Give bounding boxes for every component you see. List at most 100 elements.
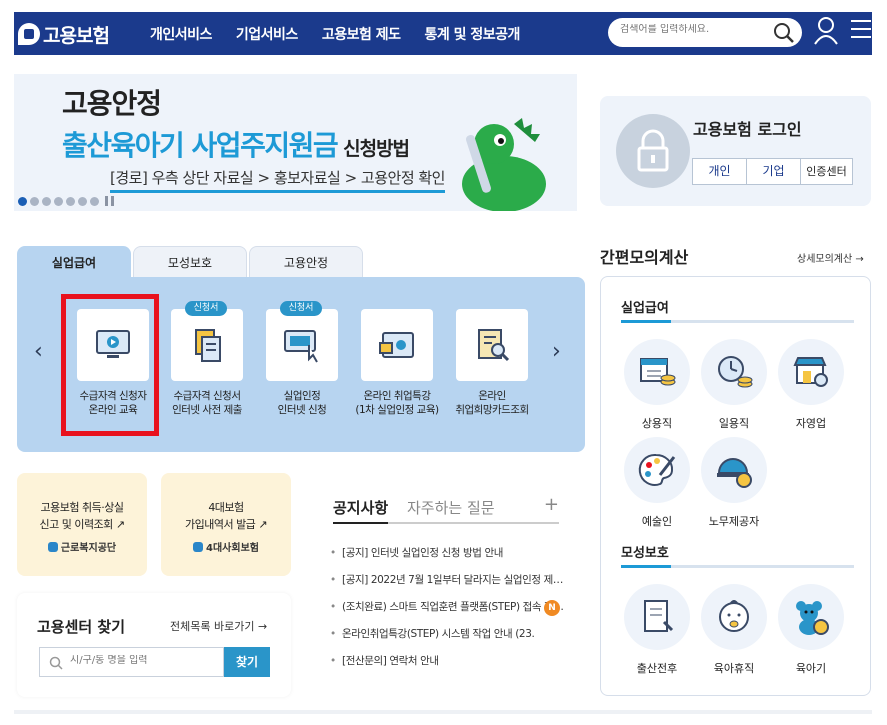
find-center-button[interactable]: 찾기 [224, 647, 270, 677]
calc-maternity-leave[interactable]: 출산전후 [624, 584, 690, 676]
section-divider [621, 565, 854, 568]
application-badge: 신청서 [185, 301, 227, 316]
calc-item-label: 출산전후 [636, 662, 678, 675]
find-center-box: 고용센터 찾기 전체목록 바로가기 → 찾기 [17, 593, 291, 697]
monitor-click-icon [284, 330, 318, 363]
header: 고용보험 개인서비스 기업서비스 고용보험 제도 통계 및 정보공개 [14, 12, 872, 55]
video-folder-icon [379, 332, 414, 358]
logo[interactable]: 고용보험 [18, 19, 110, 49]
chevron-right-icon[interactable]: › [552, 339, 561, 364]
notice-item[interactable]: (조치완료) 스마트 직업훈련 플랫폼(STEP) 접속 장애 안내 [328, 600, 564, 627]
menu-icon[interactable] [850, 18, 872, 40]
quick-card-text: 4대보험 가입내역서 발급 ↗ [184, 501, 268, 531]
pagination-dot[interactable] [54, 196, 63, 206]
calc-regular-worker[interactable]: 상용직 [624, 339, 690, 431]
service-application-submit[interactable]: 신청서 수급자격 신청서 인터넷 사전 제출 [171, 301, 243, 417]
section-divider [621, 320, 854, 323]
calc-childcare-period[interactable]: 육아기 [778, 584, 844, 676]
pagination-dot[interactable] [66, 196, 75, 206]
calc-daily-worker[interactable]: 일용직 [701, 339, 767, 431]
calc-labor-provider[interactable]: 노무제공자 [701, 437, 767, 529]
pause-icon-bar [111, 196, 114, 206]
pagination-dot[interactable] [18, 196, 27, 206]
org-logo: 4대사회보험 [161, 539, 291, 554]
helmet-clock-icon [717, 458, 752, 488]
find-center-list-link[interactable]: 전체목록 바로가기 → [170, 618, 267, 634]
pagination-dot[interactable] [78, 196, 87, 206]
notice-item[interactable]: [공지] 2022년 7월 1일부터 달라지는 실업인정 제도 안내 [328, 573, 564, 600]
login-personal-button[interactable]: 개인 [692, 158, 747, 185]
pagination-dot[interactable] [30, 196, 39, 206]
logo-icon [18, 23, 40, 45]
pagination-dot[interactable] [42, 196, 51, 206]
page: 고용보험 개인서비스 기업서비스 고용보험 제도 통계 및 정보공개 고용안정 … [0, 0, 887, 725]
notice-item[interactable]: 온라인취업특강(STEP) 시스템 작업 안내 (23. [328, 627, 564, 654]
external-link-icon: ↗ [258, 518, 268, 531]
tab-maternity[interactable]: 모성보호 [133, 246, 247, 278]
dinosaur-illustration [462, 118, 546, 211]
nav-item-insurance-system[interactable]: 고용보험 제도 [322, 24, 401, 44]
clock-coins-icon [718, 356, 753, 388]
login-box: 고용보험 로그인 개인 기업 인증센터 [600, 96, 871, 206]
calc-item-label: 상용직 [641, 417, 673, 430]
login-business-button[interactable]: 기업 [746, 158, 801, 185]
find-center-title: 고용센터 찾기 [37, 618, 126, 636]
search-bar [608, 18, 802, 47]
calc-artist[interactable]: 예술인 [624, 437, 690, 529]
calc-item-label: 육아기 [795, 662, 827, 675]
banner-title: 출산육아기 사업주지원금 신청방법 [62, 129, 410, 162]
quick-card-insurance-report[interactable]: 고용보험 취득·상실 신고 및 이력조회 ↗ 근로복지공단 [17, 473, 147, 576]
pagination-dot[interactable] [90, 196, 99, 206]
notice-item[interactable]: [공지] 인터넷 실업인정 신청 방법 안내 [328, 546, 564, 573]
main-nav: 개인서비스 기업서비스 고용보험 제도 통계 및 정보공개 [150, 12, 544, 55]
service-online-lecture[interactable]: 온라인 취업특강 (1차 실업인정 교육) [355, 309, 439, 417]
nav-item-personal[interactable]: 개인서비스 [150, 24, 212, 44]
notice-box: 공지사항 자주하는 질문 + [공지] 인터넷 실업인정 신청 방법 안내 [공… [306, 473, 585, 697]
login-cert-center-button[interactable]: 인증센터 [800, 158, 853, 185]
lock-icon [616, 114, 690, 188]
tab-unemployment[interactable]: 실업급여 [17, 246, 131, 278]
search-icon[interactable] [773, 22, 795, 44]
palette-icon [638, 453, 676, 486]
calc-parental-leave[interactable]: 육아휴직 [701, 584, 767, 676]
baby-icon [719, 600, 749, 632]
calculator-box: 실업급여 상용직 일용직 자영업 예술인 노무제공자 모성보호 출산전후 육아휴… [600, 276, 871, 696]
detailed-calculator-link[interactable]: 상세모의계산 → [797, 250, 864, 265]
notice-tabs: 공지사항 자주하는 질문 + [333, 494, 559, 524]
nav-item-statistics[interactable]: 통계 및 정보공개 [424, 24, 520, 44]
notice-list: [공지] 인터넷 실업인정 신청 방법 안내 [공지] 2022년 7월 1일부… [328, 546, 564, 681]
calc-self-employed[interactable]: 자영업 [778, 339, 844, 431]
search-input[interactable] [620, 24, 770, 35]
calc-item-label: 노무제공자 [708, 515, 760, 528]
footer-divider [14, 710, 872, 714]
calc-item-label: 자영업 [795, 417, 827, 430]
service-job-card-inquiry[interactable]: 온라인 취업희망카드조회 [455, 309, 529, 417]
quick-card-4-insurance[interactable]: 4대보험 가입내역서 발급 ↗ 4대사회보험 [161, 473, 291, 576]
external-link-icon: ↗ [115, 518, 125, 531]
calc-item-label: 예술인 [641, 515, 673, 528]
pause-icon[interactable] [105, 196, 108, 206]
plus-icon[interactable]: + [544, 494, 559, 515]
highlight-box [61, 294, 159, 436]
store-icon [793, 357, 828, 387]
teddy-bear-icon [796, 601, 829, 635]
notice-item[interactable]: [전산문의] 연락처 안내 [328, 654, 564, 681]
main-banner[interactable]: 고용안정 출산육아기 사업주지원금 신청방법 [경로] 우측 상단 자료실 > 홍… [14, 74, 577, 211]
quick-card-text: 고용보험 취득·상실 신고 및 이력조회 ↗ [39, 501, 125, 531]
calc-item-label: 육아휴직 [713, 662, 755, 675]
document-icon [195, 329, 221, 362]
document-pen-icon [644, 600, 674, 632]
tab-faq[interactable]: 자주하는 질문 [407, 497, 495, 518]
logo-text: 고용보험 [43, 24, 110, 47]
tab-notices[interactable]: 공지사항 [333, 497, 389, 524]
find-center-input[interactable] [70, 655, 210, 666]
service-unemployment-recognition[interactable]: 신청서 실업인정 인터넷 신청 [266, 301, 338, 417]
section-unemployment: 실업급여 [621, 301, 669, 316]
banner-path: [경로] 우측 상단 자료실 > 홍보자료실 > 고용안정 확인 [110, 167, 446, 193]
document-search-icon [478, 329, 510, 362]
tab-employment-stability[interactable]: 고용안정 [249, 246, 363, 278]
user-icon[interactable] [814, 16, 838, 46]
nav-item-business[interactable]: 기업서비스 [236, 24, 298, 44]
chevron-left-icon[interactable]: ‹ [34, 339, 43, 364]
service-label: 온라인 취업희망카드조회 [455, 390, 529, 416]
